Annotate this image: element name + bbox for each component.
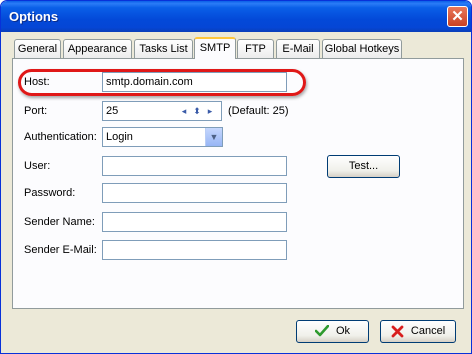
cancel-button-label: Cancel [410,325,446,337]
tab-label: General [17,43,58,55]
red-x-icon [391,325,404,337]
tab-global-hotkeys[interactable]: Global Hotkeys [322,39,402,58]
tab-smtp[interactable]: SMTP [194,37,236,59]
tab-tasks-list[interactable]: Tasks List [134,39,193,58]
chevron-down-icon[interactable]: ▼ [205,128,222,146]
spin-left-icon[interactable]: ◂ [178,102,190,120]
tab-label: E-Mail [282,43,314,55]
user-label: User: [24,160,51,172]
tab-label: Tasks List [139,43,188,55]
port-value: 25 [106,105,119,117]
checkmark-icon [314,325,329,337]
tab-general[interactable]: General [14,39,61,58]
window-title: Options [9,9,59,24]
cancel-button[interactable]: Cancel [380,320,456,343]
dialog-client: General Appearance Tasks List SMTP FTP E… [4,32,468,350]
user-field[interactable] [102,156,287,176]
tab-email[interactable]: E-Mail [276,39,320,58]
port-field[interactable]: 25 ◂ ⬍ ▸ [102,101,222,121]
title-bar[interactable]: Options ✕ [1,1,471,32]
tab-label: Appearance [67,43,128,55]
sender-name-label: Sender Name: [24,216,95,228]
spin-updown-icon[interactable]: ⬍ [191,102,203,120]
test-button[interactable]: Test... [327,155,400,178]
tab-appearance[interactable]: Appearance [63,39,132,58]
authentication-select[interactable]: Login ▼ [102,127,223,147]
sender-name-field[interactable] [102,212,287,232]
port-label: Port: [24,105,48,117]
close-button[interactable]: ✕ [447,6,468,27]
tab-ftp[interactable]: FTP [237,39,274,58]
authentication-label: Authentication: [24,131,97,143]
sender-email-field[interactable] [102,240,287,260]
test-button-label: Test... [348,160,379,172]
highlight-ring [18,69,306,96]
close-icon: ✕ [451,8,464,25]
ok-button[interactable]: Ok [296,320,369,343]
tab-label: FTP [245,43,266,55]
password-field[interactable] [102,183,287,203]
tab-label: SMTP [199,42,231,54]
password-label: Password: [24,187,76,199]
spin-right-icon[interactable]: ▸ [204,102,216,120]
sender-email-label: Sender E-Mail: [24,244,97,256]
authentication-value: Login [106,131,133,143]
options-window: Options ✕ General Appearance Tasks List … [0,0,472,354]
ok-button-label: Ok [336,325,351,337]
tab-label: Global Hotkeys [324,43,400,55]
port-default-hint: (Default: 25) [228,105,289,117]
